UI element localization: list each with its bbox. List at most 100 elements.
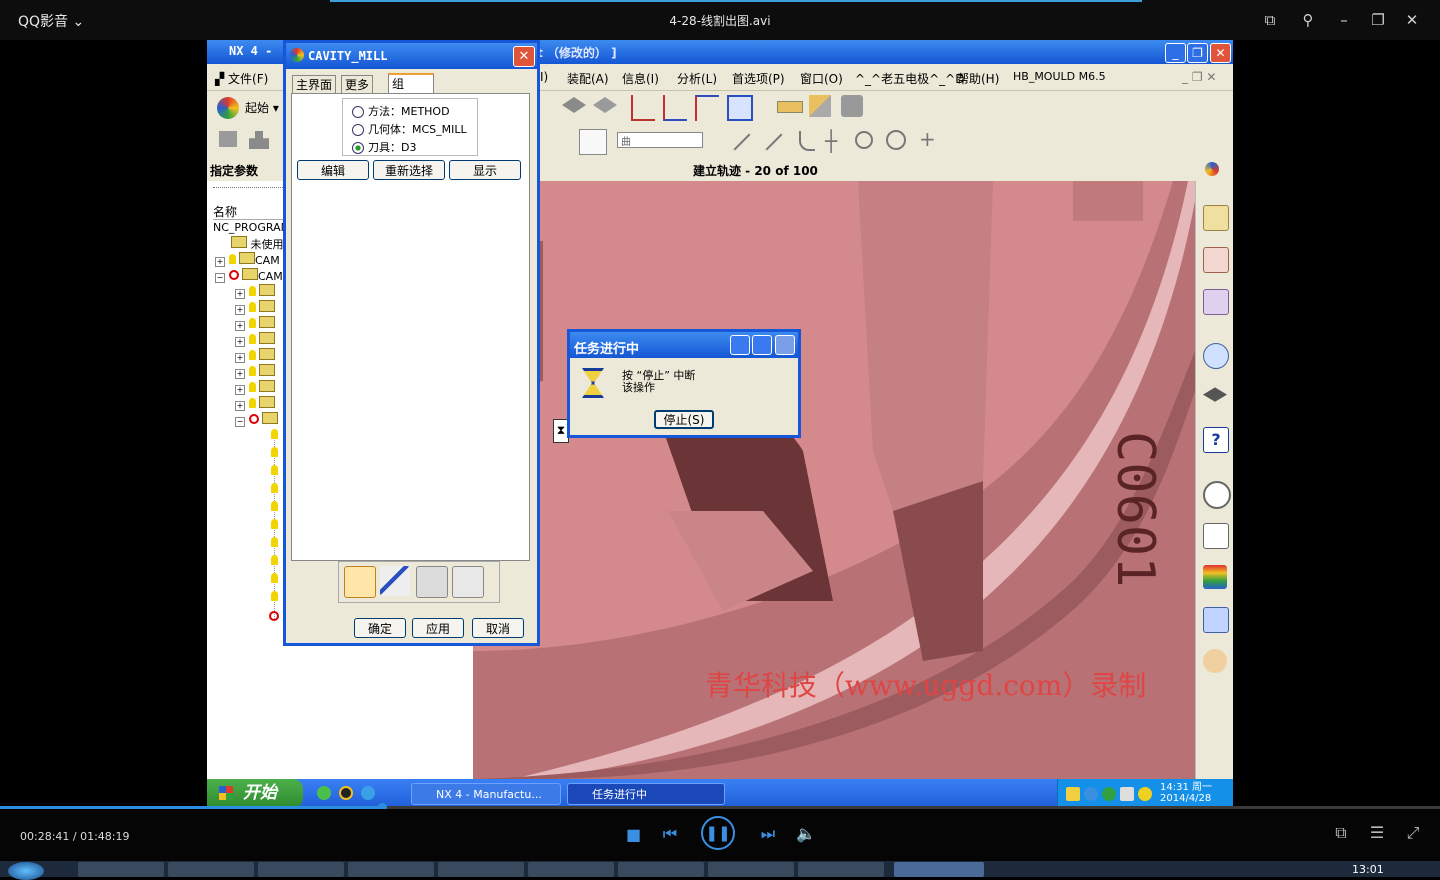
progress-maximize-button[interactable] [752, 335, 772, 355]
menu-hb-mould[interactable]: HB_MOULD M6.5 [1013, 70, 1106, 83]
progress-close-button[interactable] [775, 335, 795, 355]
tree-operation[interactable]: + [235, 300, 275, 315]
visualization-icon[interactable] [1203, 565, 1227, 589]
reuse-library-icon[interactable] [1203, 289, 1229, 315]
generate-toolpath-icon[interactable] [344, 566, 376, 598]
tree-leaf[interactable] [271, 573, 278, 586]
assembly-nav-icon[interactable] [1203, 205, 1229, 231]
menu-preferences[interactable]: 首选项(P) [732, 70, 785, 87]
tree-cam-2[interactable]: − CAM [215, 268, 283, 283]
host-task[interactable] [168, 862, 254, 877]
help-icon[interactable]: ? [1203, 427, 1229, 453]
doc-window-controls[interactable]: _ ❐ ✕ [1182, 70, 1216, 84]
tree-leaf[interactable] [271, 465, 278, 478]
host-task[interactable] [258, 862, 344, 877]
pip-icon[interactable]: ⧉ [1258, 8, 1282, 32]
measure-distance-icon[interactable] [777, 101, 803, 113]
quicklaunch-qq-icon[interactable] [339, 786, 353, 800]
measure-angle-icon[interactable] [809, 95, 831, 117]
verify-icon[interactable] [416, 566, 448, 598]
layer-icon[interactable] [562, 97, 586, 113]
tree-leaf[interactable] [271, 537, 278, 550]
tree-leaf[interactable] [271, 483, 278, 496]
radio-indicator[interactable] [352, 106, 364, 118]
nx-maximize-button[interactable]: ❐ [1187, 43, 1208, 63]
tree-leaf[interactable] [271, 501, 278, 514]
tree-operation[interactable]: + [235, 348, 275, 363]
roles-icon[interactable] [1203, 649, 1227, 673]
training-icon[interactable] [1203, 387, 1227, 402]
manufacturing-wizard-icon[interactable] [1203, 607, 1229, 633]
close-icon[interactable]: ✕ [1400, 8, 1424, 32]
web-browser-icon[interactable] [1203, 343, 1229, 369]
menu-file[interactable]: ▞ 文件(F) [215, 70, 268, 87]
stop-button[interactable]: 停止(S) [654, 410, 714, 429]
expand-icon[interactable]: + [215, 257, 225, 267]
host-task[interactable] [618, 862, 704, 877]
tool-a-icon[interactable] [219, 131, 237, 147]
tree-operation[interactable]: + [235, 332, 275, 347]
xp-start-button[interactable]: 开始 [207, 779, 303, 808]
apply-button[interactable]: 应用 [412, 618, 464, 638]
tree-operation-open[interactable]: − [235, 412, 278, 427]
edit-button[interactable]: 编辑 [297, 160, 369, 180]
cross-icon[interactable]: ┼ [825, 131, 837, 151]
tree-operation[interactable]: + [235, 396, 275, 411]
wcs-rotate-icon[interactable] [695, 95, 719, 121]
display-button[interactable]: 显示 [449, 160, 521, 180]
collapse-icon[interactable]: − [215, 273, 225, 283]
tab-groups[interactable]: 组 [388, 73, 434, 94]
method-radio[interactable]: 方法：METHOD [352, 103, 450, 119]
tray-clock[interactable]: 14:31 周一 2014/4/28 [1160, 782, 1212, 804]
host-task[interactable] [78, 862, 164, 877]
mass-properties-icon[interactable] [841, 95, 863, 117]
tree-leaf[interactable] [271, 555, 278, 568]
previous-icon[interactable]: ⏮ [660, 824, 680, 844]
line-icon[interactable] [733, 133, 751, 151]
nx-close-button[interactable]: ✕ [1210, 43, 1231, 63]
menu-electrode-plugin[interactable]: ^_^老五电极^_^D [855, 70, 964, 87]
tree-leaf-current[interactable] [269, 611, 279, 624]
nx-minimize-button[interactable]: _ [1165, 43, 1186, 63]
menu-window[interactable]: 窗口(O) [800, 70, 843, 87]
menu-analysis[interactable]: 分析(L) [677, 70, 717, 87]
tree-leaf[interactable] [271, 591, 278, 604]
start-menu[interactable]: 起始 ▾ [245, 99, 279, 116]
tree-cam-1[interactable]: + CAM [215, 252, 280, 267]
host-task-active[interactable] [894, 862, 984, 877]
pause-button[interactable]: ❚❚ [701, 816, 735, 850]
minimize-icon[interactable]: – [1332, 8, 1356, 32]
menu-assembly[interactable]: 装配(A) [567, 70, 609, 87]
tree-root[interactable]: NC_PROGRAM [213, 221, 290, 234]
tray-network-icon[interactable] [1102, 787, 1116, 801]
navigator-name-column[interactable]: 名称 [213, 203, 283, 220]
geometry-radio[interactable]: 几何体：MCS_MILL [352, 121, 467, 137]
ok-button[interactable]: 确定 [354, 618, 406, 638]
task-nx[interactable]: NX 4 - Manufactu... [411, 783, 561, 805]
tree-leaf[interactable] [271, 429, 278, 442]
wcs-icon[interactable] [631, 95, 655, 121]
tab-more[interactable]: 更多 [341, 75, 374, 93]
circle-icon[interactable] [855, 131, 873, 149]
menu-help[interactable]: 帮助(H) [957, 70, 999, 87]
menu-i-partial[interactable]: I) [540, 70, 548, 84]
radio-indicator-selected[interactable] [352, 142, 364, 154]
tree-leaf[interactable] [271, 519, 278, 532]
quicklaunch-ie-icon[interactable] [317, 786, 331, 800]
reselect-button[interactable]: 重新选择 [373, 160, 445, 180]
list-icon[interactable] [452, 566, 484, 598]
screenshot-icon[interactable]: ⧉ [1330, 823, 1352, 843]
menu-info[interactable]: 信息(I) [622, 70, 659, 87]
circle-2-icon[interactable] [886, 130, 906, 150]
cancel-button[interactable]: 取消 [472, 618, 524, 638]
tree-unused[interactable]: 未使用 [231, 236, 284, 252]
layer-2-icon[interactable] [593, 97, 617, 113]
arc-icon[interactable] [799, 131, 815, 151]
point-icon[interactable]: + [919, 129, 936, 149]
host-task[interactable] [348, 862, 434, 877]
tray-arrow-icon[interactable] [1084, 787, 1098, 801]
tree-operation[interactable]: + [235, 364, 275, 379]
tray-ime-icon[interactable] [1066, 787, 1080, 801]
settings-icon[interactable]: ☰ [1366, 823, 1388, 842]
quicklaunch-browser-icon[interactable] [361, 786, 375, 800]
